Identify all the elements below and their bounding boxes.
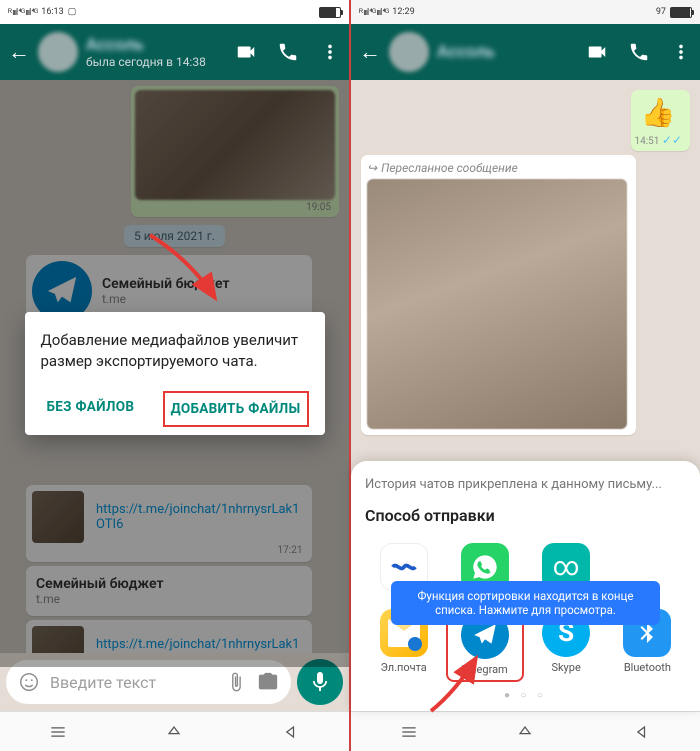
- read-ticks-icon: ✓✓: [662, 133, 682, 147]
- share-subtitle: История чатов прикреплена к данному пись…: [365, 477, 686, 492]
- contact-name: Ассоль: [86, 35, 227, 55]
- call-icon[interactable]: [277, 41, 299, 63]
- no-files-button[interactable]: БЕЗ ФАЙЛОВ: [41, 391, 141, 427]
- contact-status: была сегодня в 14:38: [86, 55, 227, 69]
- back-icon[interactable]: ←: [8, 39, 30, 65]
- attach-icon[interactable]: [225, 671, 247, 693]
- nav-menu-icon[interactable]: [48, 722, 68, 742]
- status-time: 16:13: [41, 7, 63, 17]
- avatar[interactable]: [389, 32, 429, 72]
- nav-bar: [351, 711, 700, 751]
- call-icon[interactable]: [628, 41, 650, 63]
- share-sheet: История чатов прикреплена к данному пись…: [351, 461, 700, 711]
- more-icon[interactable]: [319, 41, 341, 63]
- msg-thumbs-up[interactable]: 👍 14:51 ✓✓: [631, 90, 691, 151]
- battery-icon: [670, 7, 692, 18]
- chat-header: ← Ассоль была сегодня в 14:38: [0, 24, 349, 80]
- signal-icon: ᴿ ıııl ⁴ᴳ ıııl ⁴ᴳ: [8, 7, 37, 18]
- phone-left: ᴿ ıııl ⁴ᴳ ıııl ⁴ᴳ16:13 ▢ ← Ассоль была с…: [0, 0, 349, 751]
- video-icon[interactable]: [235, 41, 257, 63]
- battery-icon: [319, 7, 341, 18]
- nav-menu-icon[interactable]: [399, 722, 419, 742]
- red-arrow: [140, 230, 230, 310]
- dialog-overlay: Добавление медиафайлов увеличит размер э…: [0, 80, 349, 667]
- emoji-icon[interactable]: [18, 671, 40, 693]
- add-files-button[interactable]: ДОБАВИТЬ ФАЙЛЫ: [163, 391, 309, 427]
- nav-home-icon[interactable]: [515, 722, 535, 742]
- export-dialog: Добавление медиафайлов увеличит размер э…: [25, 312, 325, 435]
- nav-back-icon[interactable]: [632, 722, 652, 742]
- input-placeholder: Введите текст: [50, 673, 215, 692]
- phone-right: ᴿ ıııl ⁴ᴳ ıııl ⁴ᴳ12:29 97 ← Ассоль 👍 14:…: [351, 0, 700, 751]
- back-icon[interactable]: ←: [359, 39, 381, 65]
- nav-back-icon[interactable]: [281, 722, 301, 742]
- page-dots: ● ○ ○: [365, 682, 686, 703]
- msg-forwarded-photo[interactable]: ↪Пересланное сообщение: [361, 155, 636, 435]
- status-bar: ᴿ ıııl ⁴ᴳ ıııl ⁴ᴳ12:29 97: [351, 0, 700, 24]
- forwarded-label: ↪Пересланное сообщение: [367, 161, 630, 179]
- more-icon[interactable]: [670, 41, 692, 63]
- nav-bar: [0, 711, 349, 751]
- status-time: 12:29: [392, 7, 414, 17]
- dialog-text: Добавление медиафайлов увеличит размер э…: [41, 330, 309, 371]
- share-title: Способ отправки: [365, 506, 686, 525]
- chat-header: ← Ассоль: [351, 24, 700, 80]
- camera-icon[interactable]: [257, 671, 279, 693]
- sort-tooltip: Функция сортировки находится в конце спи…: [391, 581, 660, 625]
- nav-home-icon[interactable]: [164, 722, 184, 742]
- photo-attachment[interactable]: [367, 179, 627, 429]
- contact-name: Ассоль: [437, 42, 578, 62]
- status-bar: ᴿ ıııl ⁴ᴳ ıııl ⁴ᴳ16:13 ▢: [0, 0, 349, 24]
- thumbs-up-icon: 👍: [635, 94, 687, 131]
- video-icon[interactable]: [586, 41, 608, 63]
- avatar[interactable]: [38, 32, 78, 72]
